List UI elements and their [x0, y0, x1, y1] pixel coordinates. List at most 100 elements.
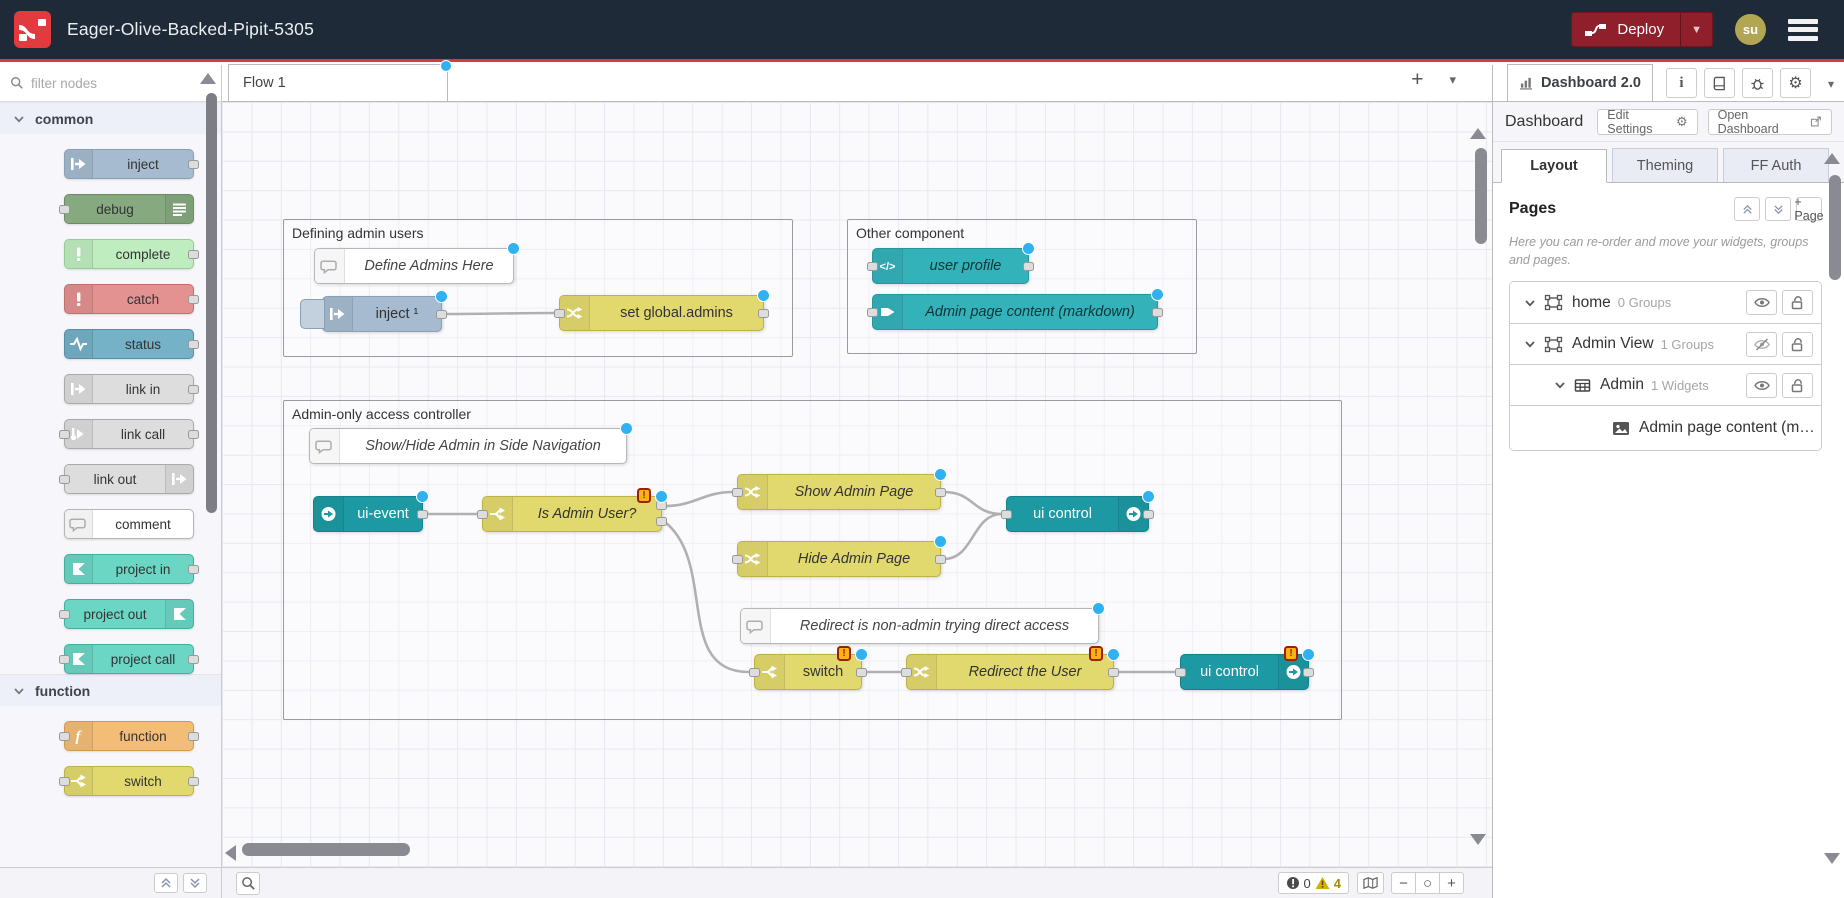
node-port-in[interactable] — [59, 655, 70, 664]
node-show-hide-admin-in-side-navigation[interactable]: Show/Hide Admin in Side Navigation — [309, 428, 627, 464]
node-port-in[interactable] — [554, 309, 565, 318]
node-port-in[interactable] — [59, 732, 70, 741]
edit-settings-button[interactable]: Edit Settings ⚙ — [1597, 109, 1697, 135]
tree-row-admin[interactable]: Admin1 Widgets — [1510, 364, 1821, 405]
node-is-admin-user-[interactable]: Is Admin User?! — [482, 496, 662, 532]
palette-node-status[interactable]: status — [64, 329, 194, 359]
node-ui-control[interactable]: ui control — [1006, 496, 1149, 532]
node-port-out[interactable] — [188, 160, 199, 169]
palette-node-project-in[interactable]: project in — [64, 554, 194, 584]
node-port-in[interactable] — [59, 430, 70, 439]
sidebar-caret-icon[interactable]: ▾ — [1828, 77, 1834, 91]
palette-node-link-call[interactable]: link call — [64, 419, 194, 449]
debug-tab-button[interactable] — [1742, 68, 1773, 98]
tab-dashboard-2[interactable]: Dashboard 2.0 — [1507, 64, 1653, 101]
canvas-scroll-left[interactable] — [225, 845, 236, 861]
node-port-in[interactable] — [59, 205, 70, 214]
node-inject-[interactable]: inject ¹ — [322, 296, 442, 332]
node-user-profile[interactable]: </>user profile — [872, 248, 1029, 284]
flow-group-other-component[interactable]: Other component — [847, 219, 1197, 354]
node-show-admin-page[interactable]: Show Admin Page — [737, 474, 941, 510]
node-port-out[interactable] — [188, 655, 199, 664]
tab-theming[interactable]: Theming — [1612, 148, 1718, 182]
move-up-button[interactable] — [1734, 197, 1760, 221]
zoom-in-button[interactable]: + — [1439, 872, 1464, 894]
node-define-admins-here[interactable]: Define Admins Here — [314, 248, 514, 284]
palette-node-catch[interactable]: catch — [64, 284, 194, 314]
palette-node-link-in[interactable]: link in — [64, 374, 194, 404]
flow-canvas[interactable]: Defining admin usersOther componentAdmin… — [222, 102, 1492, 867]
node-port-in[interactable] — [1001, 510, 1012, 519]
tree-row-admin-view[interactable]: Admin View1 Groups — [1510, 323, 1821, 364]
node-redirect-the-user[interactable]: Redirect the User! — [906, 654, 1114, 690]
node-hide-admin-page[interactable]: Hide Admin Page — [737, 541, 941, 577]
error-warning-counts[interactable]: 0 4 — [1278, 872, 1349, 894]
node-port-in[interactable] — [749, 668, 760, 677]
node-port-out[interactable] — [1303, 668, 1314, 677]
node-port-out[interactable] — [188, 250, 199, 259]
node-port-out[interactable] — [1152, 308, 1163, 317]
node-redirect-is-non-admin-trying-direct-access[interactable]: Redirect is non-admin trying direct acce… — [740, 608, 1099, 644]
node-port-out[interactable] — [188, 565, 199, 574]
visibility-toggle-button[interactable] — [1746, 290, 1777, 315]
node-port-out[interactable] — [935, 555, 946, 564]
node-admin-page-content-markdown-[interactable]: Admin page content (markdown) — [872, 294, 1158, 330]
node-port-in[interactable] — [59, 475, 70, 484]
node-port-in[interactable] — [867, 262, 878, 271]
palette-node-comment[interactable]: comment — [64, 509, 194, 539]
tab-ff-auth[interactable]: FF Auth — [1723, 148, 1829, 182]
palette-node-inject[interactable]: inject — [64, 149, 194, 179]
palette-node-project-call[interactable]: project call — [64, 644, 194, 674]
node-port-out[interactable] — [188, 340, 199, 349]
node-set-global-admins[interactable]: set global.admins — [559, 295, 764, 331]
palette-scrollbar-thumb[interactable] — [206, 93, 217, 513]
minimap-toggle-button[interactable] — [1357, 872, 1384, 894]
tab-flow-1[interactable]: Flow 1 — [228, 64, 448, 101]
palette-node-project-out[interactable]: project out — [64, 599, 194, 629]
palette-category-function[interactable]: function — [0, 674, 221, 706]
node-port-in[interactable] — [1175, 668, 1186, 677]
node-port-out[interactable] — [417, 510, 428, 519]
tree-row-admin-page-content-m-[interactable]: Admin page content (m… — [1510, 405, 1821, 450]
node-port-out[interactable] — [1108, 668, 1119, 677]
palette-node-function[interactable]: ffunction — [64, 721, 194, 751]
node-port-in[interactable] — [901, 668, 912, 677]
help-tab-button[interactable] — [1704, 68, 1735, 98]
node-port-out[interactable] — [188, 385, 199, 394]
canvas-vscrollbar-thumb[interactable] — [1475, 148, 1487, 244]
node-port-out[interactable] — [188, 430, 199, 439]
palette-scroll-up[interactable] — [200, 73, 216, 84]
canvas-scroll-up[interactable] — [1470, 128, 1486, 139]
node-port-out[interactable] — [1143, 510, 1154, 519]
inject-trigger-button[interactable] — [300, 299, 325, 329]
sidebar-scroll-up[interactable] — [1824, 153, 1840, 164]
node-port-in[interactable] — [732, 488, 743, 497]
tree-chevron[interactable] — [1524, 298, 1536, 308]
tree-chevron[interactable] — [1524, 339, 1536, 349]
node-ui-control[interactable]: ui control! — [1180, 654, 1309, 690]
tree-chevron[interactable] — [1554, 380, 1566, 390]
tree-row-home[interactable]: home0 Groups — [1510, 282, 1821, 323]
node-port-out[interactable] — [188, 732, 199, 741]
zoom-reset-button[interactable]: ○ — [1415, 872, 1440, 894]
node-port-out[interactable] — [188, 777, 199, 786]
node-port-in[interactable] — [59, 610, 70, 619]
palette-node-complete[interactable]: complete — [64, 239, 194, 269]
node-port-out[interactable] — [656, 517, 667, 526]
add-flow-button[interactable]: + — [1411, 68, 1423, 92]
tab-layout[interactable]: Layout — [1501, 149, 1607, 183]
palette-node-link-out[interactable]: link out — [64, 464, 194, 494]
node-port-out[interactable] — [1023, 262, 1034, 271]
move-down-button[interactable] — [1765, 197, 1791, 221]
info-tab-button[interactable]: i — [1666, 68, 1697, 98]
hamburger-menu-icon[interactable] — [1788, 19, 1818, 41]
lock-toggle-button[interactable] — [1782, 373, 1813, 398]
canvas-hscrollbar-thumb[interactable] — [242, 843, 410, 856]
palette-expand-all-button[interactable] — [183, 873, 207, 893]
deploy-caret-icon[interactable]: ▼ — [1680, 13, 1712, 46]
avatar[interactable]: su — [1735, 14, 1766, 45]
canvas-scroll-down[interactable] — [1470, 834, 1486, 845]
node-ui-event[interactable]: ui-event — [313, 496, 423, 532]
node-switch[interactable]: switch! — [754, 654, 862, 690]
node-port-out[interactable] — [188, 295, 199, 304]
